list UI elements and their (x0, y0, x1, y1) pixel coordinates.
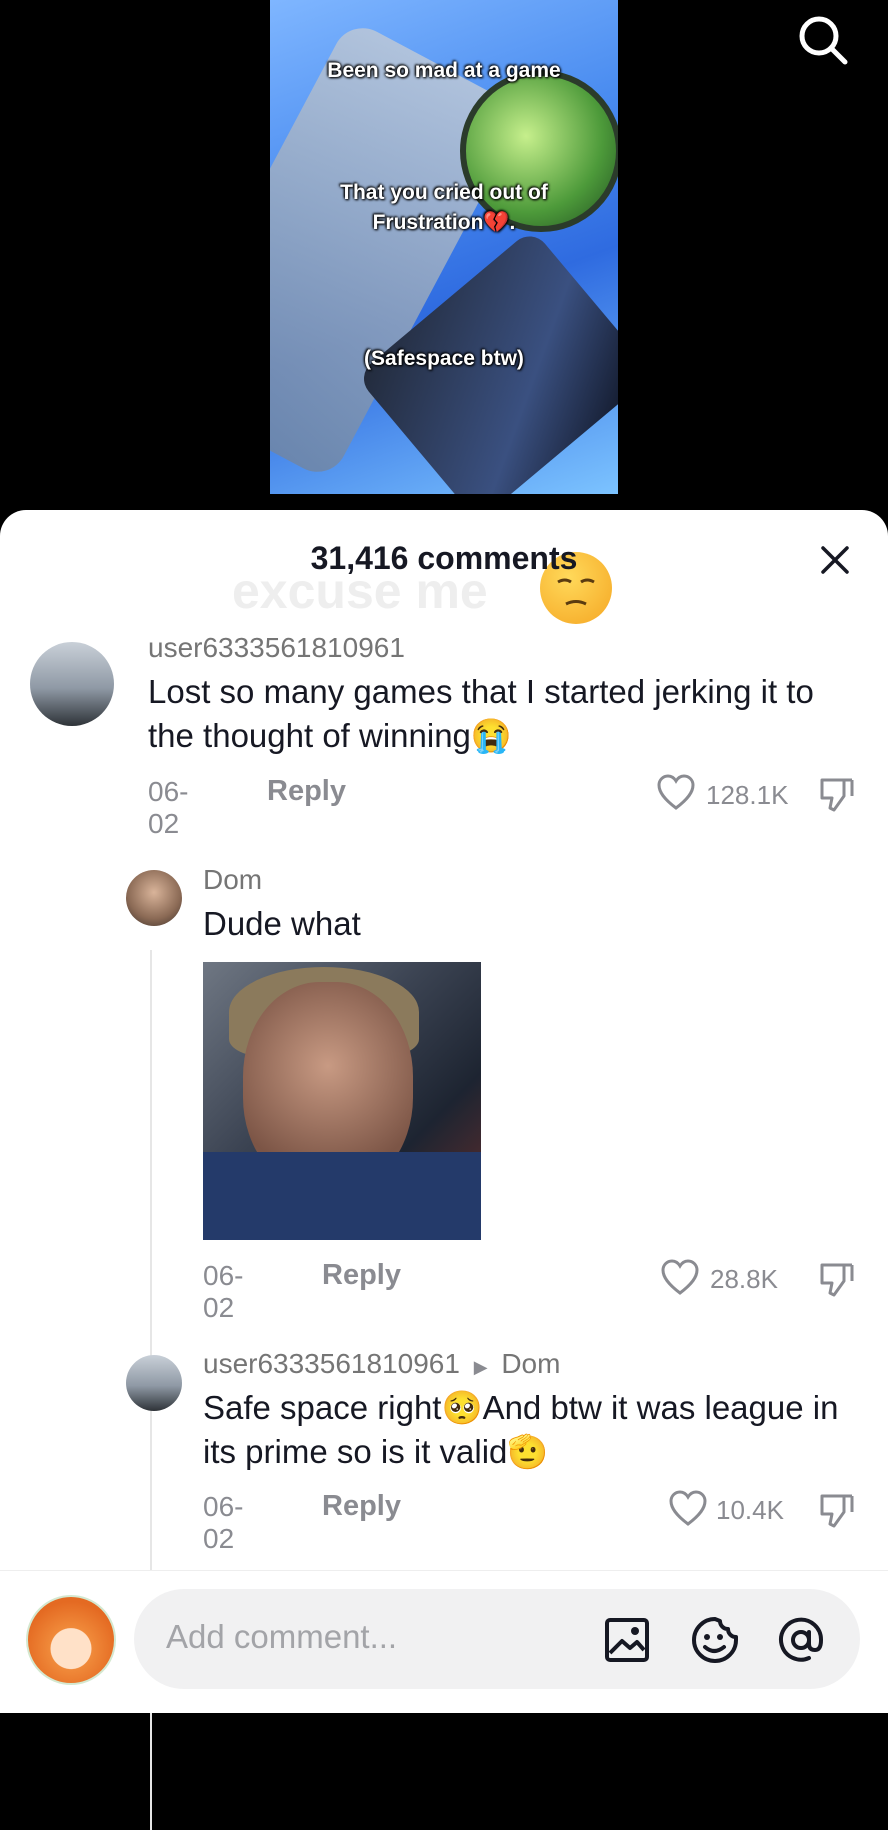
comment-composer: Add comment... (0, 1570, 888, 1713)
comment-date: 06-02 (148, 776, 189, 839)
avatar[interactable] (126, 1355, 182, 1411)
video-caption-3: Frustration💔. (372, 211, 516, 234)
reply-button[interactable]: Reply (322, 1259, 401, 1292)
image-icon[interactable] (604, 1617, 650, 1663)
comment-username[interactable]: user6333561810961 ▶ Dom (203, 1348, 560, 1380)
avatar[interactable] (30, 642, 114, 726)
close-icon (821, 546, 849, 574)
like-count: 10.4K (716, 1495, 784, 1525)
video-caption-2: That you cried out of (340, 181, 548, 204)
reply-author[interactable]: user6333561810961 (203, 1348, 460, 1379)
dislike-icon[interactable] (816, 1259, 856, 1299)
comment-date: 06-02 (203, 1260, 244, 1323)
reply-button[interactable]: Reply (267, 775, 346, 808)
comment-input[interactable]: Add comment... (134, 1589, 860, 1689)
at-icon[interactable] (776, 1615, 826, 1665)
heart-icon[interactable] (668, 1489, 708, 1529)
heart-icon[interactable] (656, 773, 696, 813)
comment-count: 31,416 comments (310, 540, 578, 576)
sheet-header: 31,416 comments (0, 540, 888, 590)
reply-gif-image[interactable] (203, 962, 481, 1240)
gif-suit (203, 1152, 481, 1240)
avatar[interactable] (126, 870, 182, 926)
search-icon (799, 16, 848, 65)
dislike-icon[interactable] (816, 1490, 856, 1530)
comment-text: Safe space right🥺And btw it was league i… (203, 1389, 839, 1470)
reply-to-username[interactable]: Dom (501, 1348, 560, 1379)
comment-date: 06-02 (203, 1491, 244, 1554)
close-button[interactable] (815, 540, 855, 580)
reply-arrow-icon: ▶ (473, 1357, 488, 1377)
video-caption-1: Been so mad at a game (327, 59, 561, 82)
search-button[interactable] (795, 12, 851, 68)
dislike-icon[interactable] (816, 774, 856, 814)
video-area[interactable]: Been so mad at a game That you cried out… (0, 0, 888, 520)
comment-input-placeholder[interactable]: Add comment... (166, 1618, 397, 1656)
video-caption-4: (Safespace btw) (364, 347, 524, 370)
like-count: 128.1K (706, 780, 789, 810)
heart-icon[interactable] (660, 1258, 700, 1298)
comment-text: Dude what (203, 905, 361, 942)
like-count: 28.8K (710, 1264, 778, 1294)
comments-sheet: excuse me 31,416 comments user6333561810… (0, 510, 888, 1830)
video-player[interactable]: Been so mad at a game That you cried out… (270, 0, 618, 494)
comment-text: Lost so many games that I started jerkin… (148, 673, 814, 754)
emoji-icon[interactable] (690, 1615, 740, 1665)
comment-username[interactable]: user6333561810961 (148, 632, 405, 664)
reply-button[interactable]: Reply (322, 1490, 401, 1523)
my-avatar[interactable] (26, 1595, 116, 1685)
comment-username[interactable]: Dom (203, 864, 262, 896)
